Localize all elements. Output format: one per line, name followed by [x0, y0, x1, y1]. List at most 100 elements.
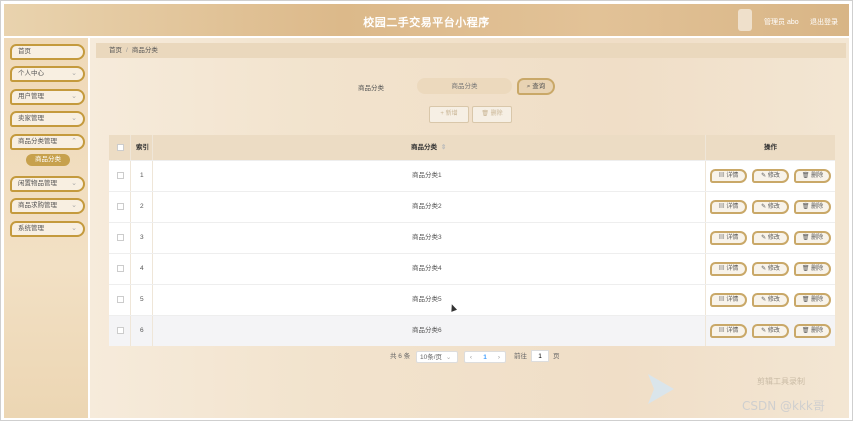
sidebar-item-user-management[interactable]: 用户管理 ⌄ [10, 89, 85, 105]
sidebar-item-home[interactable]: 首页 [10, 44, 85, 60]
sidebar-item-category-management[interactable]: 商品分类管理 ⌃ [10, 134, 85, 150]
trash-icon: 🗑 [801, 328, 810, 334]
document-icon: ▤ [718, 297, 725, 303]
row-checkbox[interactable] [117, 327, 124, 334]
search-icon: ⌕ [526, 83, 531, 90]
detail-button[interactable]: ▤ 详情 [710, 262, 747, 276]
page-size-select[interactable]: 10条/页 ⌄ [416, 351, 458, 363]
goto-label: 前往 [514, 353, 527, 360]
search-label: 商品分类 [358, 85, 384, 92]
edit-button[interactable]: ✎ 修改 [752, 231, 789, 245]
search-button[interactable]: ⌕ 查询 [517, 78, 555, 95]
page-unit-label: 页 [553, 353, 560, 360]
detail-button-label: 详情 [726, 328, 739, 334]
edit-button-label: 修改 [767, 204, 780, 210]
delete-button[interactable]: 🗑 删除 [794, 231, 831, 245]
batch-delete-button[interactable]: 🗑 删除 [472, 106, 512, 123]
delete-button[interactable]: 🗑 删除 [794, 169, 831, 183]
row-checkbox[interactable] [117, 296, 124, 303]
row-checkbox[interactable] [117, 265, 124, 272]
sidebar-subitem-category[interactable]: 商品分类 [26, 154, 70, 166]
row-checkbox[interactable] [117, 203, 124, 210]
edit-button[interactable]: ✎ 修改 [752, 200, 789, 214]
row-checkbox[interactable] [117, 172, 124, 179]
sidebar-item-label: 个人中心 [18, 70, 44, 77]
sidebar-item-label: 系统管理 [18, 225, 44, 232]
pencil-icon: ✎ [761, 204, 767, 210]
goto-page-input[interactable] [531, 350, 549, 362]
row-category: 商品分类4 [412, 265, 442, 272]
chevron-down-icon: ⌄ [71, 202, 77, 209]
detail-button-label: 详情 [726, 266, 739, 272]
prev-page-button[interactable]: ‹ [466, 352, 476, 364]
sidebar-item-purchase-request-management[interactable]: 商品求购管理 ⌄ [10, 198, 85, 214]
video-logo-watermark [648, 374, 674, 404]
select-all-checkbox[interactable] [117, 144, 124, 151]
detail-button[interactable]: ▤ 详情 [710, 200, 747, 214]
pencil-icon: ✎ [761, 328, 767, 334]
delete-button-label: 删除 [811, 173, 824, 179]
breadcrumb: 首页 / 商品分类 [96, 43, 846, 58]
sort-caret-icon[interactable]: ⇕ [441, 144, 446, 151]
chevron-down-icon: ⌄ [71, 180, 77, 187]
breadcrumb-separator: / [126, 47, 128, 54]
row-index: 3 [140, 234, 144, 241]
edit-button[interactable]: ✎ 修改 [752, 324, 789, 338]
detail-button[interactable]: ▤ 详情 [710, 293, 747, 307]
detail-button[interactable]: ▤ 详情 [710, 169, 747, 183]
sidebar-item-idle-goods-management[interactable]: 闲置物品管理 ⌄ [10, 176, 85, 192]
edit-button[interactable]: ✎ 修改 [752, 293, 789, 307]
breadcrumb-home[interactable]: 首页 [109, 47, 122, 54]
search-input[interactable] [417, 78, 512, 94]
column-header-category[interactable]: 商品分类 ⇕ [411, 135, 446, 160]
sidebar-item-label: 用户管理 [18, 93, 44, 100]
app-title: 校园二手交易平台小程序 [363, 17, 490, 29]
logout-link[interactable]: 退出登录 [810, 17, 838, 27]
trash-icon: 🗑 [481, 111, 489, 117]
document-icon: ▤ [718, 173, 725, 179]
batch-delete-label: 删除 [490, 111, 503, 117]
sidebar-item-label: 卖家管理 [18, 115, 44, 122]
top-header: 校园二手交易平台小程序 管理员 abo 退出登录 [4, 4, 849, 36]
delete-button[interactable]: 🗑 删除 [794, 200, 831, 214]
row-checkbox[interactable] [117, 234, 124, 241]
sidebar-item-personal-center[interactable]: 个人中心 ⌄ [10, 66, 85, 82]
next-page-button[interactable]: › [494, 352, 504, 364]
detail-button[interactable]: ▤ 详情 [710, 324, 747, 338]
detail-button-label: 详情 [726, 235, 739, 241]
edit-button[interactable]: ✎ 修改 [752, 169, 789, 183]
row-category: 商品分类5 [412, 296, 442, 303]
chevron-down-icon: ⌄ [71, 70, 77, 77]
add-button[interactable]: + 新增 [429, 106, 469, 123]
sidebar-item-system-management[interactable]: 系统管理 ⌄ [10, 221, 85, 237]
chevron-up-icon: ⌃ [71, 138, 77, 145]
page-number-current[interactable]: 1 [478, 352, 492, 364]
sidebar-item-seller-management[interactable]: 卖家管理 ⌄ [10, 111, 85, 127]
page-size-value: 10条/页 [420, 354, 443, 361]
trash-icon: 🗑 [801, 297, 810, 303]
table-header: 索引 商品分类 ⇕ 操作 [109, 135, 835, 160]
chevron-down-icon: ⌄ [445, 354, 452, 361]
column-header-actions: 操作 [764, 144, 777, 151]
main-content: 首页/商品分类 商品分类 ⌕ 查询 + 新增 🗑 删除 索引 商品分类 ⇕ 操作… [90, 38, 849, 418]
delete-button-label: 删除 [811, 266, 824, 272]
detail-button-label: 详情 [726, 173, 739, 179]
sidebar-item-label: 商品求购管理 [18, 202, 57, 209]
trash-icon: 🗑 [801, 235, 810, 241]
edit-button[interactable]: ✎ 修改 [752, 262, 789, 276]
delete-button-label: 删除 [811, 204, 824, 210]
chevron-down-icon: ⌄ [71, 225, 77, 232]
header-decoration [738, 9, 752, 31]
chevron-down-icon: ⌄ [71, 93, 77, 100]
delete-button[interactable]: 🗑 删除 [794, 293, 831, 307]
pencil-icon: ✎ [761, 173, 767, 179]
row-category: 商品分类3 [412, 234, 442, 241]
column-header-index: 索引 [136, 144, 149, 151]
document-icon: ▤ [718, 235, 725, 241]
detail-button[interactable]: ▤ 详情 [710, 231, 747, 245]
pagination-pager: ‹ 1 › [464, 351, 506, 363]
delete-button[interactable]: 🗑 删除 [794, 324, 831, 338]
delete-button[interactable]: 🗑 删除 [794, 262, 831, 276]
trash-icon: 🗑 [801, 173, 810, 179]
pencil-icon: ✎ [761, 235, 767, 241]
